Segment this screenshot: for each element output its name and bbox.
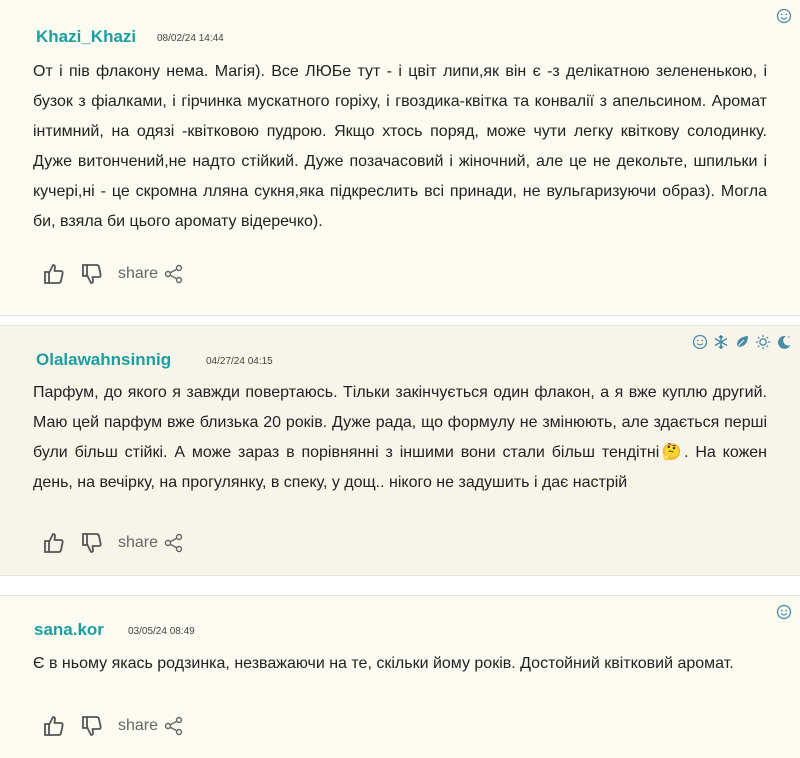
review-text: От і пів флакону нема. Магія). Все ЛЮБе … xyxy=(33,63,767,230)
share-button[interactable]: share xyxy=(118,716,184,736)
share-icon xyxy=(164,264,183,284)
share-label: share xyxy=(118,717,159,734)
review-card: Khazi_Khazi 08/02/24 14:44 От і пів флак… xyxy=(0,0,800,316)
share-button[interactable]: share xyxy=(118,533,184,553)
sun-icon xyxy=(755,334,771,350)
thumbs-up-icon[interactable] xyxy=(42,262,66,286)
thumbs-up-icon[interactable] xyxy=(42,531,66,555)
share-icon xyxy=(164,716,183,736)
smile-icon xyxy=(776,604,792,620)
review-username[interactable]: sana.kor xyxy=(34,620,104,640)
smile-icon xyxy=(692,334,708,350)
review-card: sana.kor 03/05/24 08:49 Є в ньому якась … xyxy=(0,595,800,758)
share-label: share xyxy=(118,265,159,282)
review-text: Парфум, до якого я завжди повертаюсь. Ті… xyxy=(33,378,767,498)
review-card: Olalawahnsinnig 04/27/24 04:15 Парфум, д… xyxy=(0,325,800,576)
snowflake-icon xyxy=(714,335,728,349)
thumbs-down-icon[interactable] xyxy=(80,531,104,555)
share-icon xyxy=(164,533,183,553)
review-actions: share xyxy=(42,530,184,556)
leaf-icon xyxy=(736,336,748,348)
smile-icon xyxy=(776,8,792,24)
moon-icon xyxy=(778,335,791,349)
thumbs-up-icon[interactable] xyxy=(42,714,66,738)
occasion-icons xyxy=(692,334,792,350)
review-text: Є в ньому якась родзинка, незважаючи на … xyxy=(33,655,734,672)
share-label: share xyxy=(118,534,159,551)
review-actions: share xyxy=(42,713,184,739)
occasion-icons xyxy=(776,604,792,620)
share-button[interactable]: share xyxy=(118,264,184,284)
occasion-icons xyxy=(776,8,792,24)
review-date: 08/02/24 14:44 xyxy=(157,33,224,44)
thumbs-down-icon[interactable] xyxy=(80,714,104,738)
review-text-part: Парфум, до якого я завжди повертаюсь. Ті… xyxy=(33,384,767,461)
review-username[interactable]: Khazi_Khazi xyxy=(36,27,136,47)
thumbs-down-icon[interactable] xyxy=(80,262,104,286)
review-actions: share xyxy=(42,261,184,287)
review-username[interactable]: Olalawahnsinnig xyxy=(36,350,171,370)
thinking-emoji: 🤔 xyxy=(659,444,685,461)
review-date: 03/05/24 08:49 xyxy=(128,626,195,637)
review-date: 04/27/24 04:15 xyxy=(206,356,273,367)
